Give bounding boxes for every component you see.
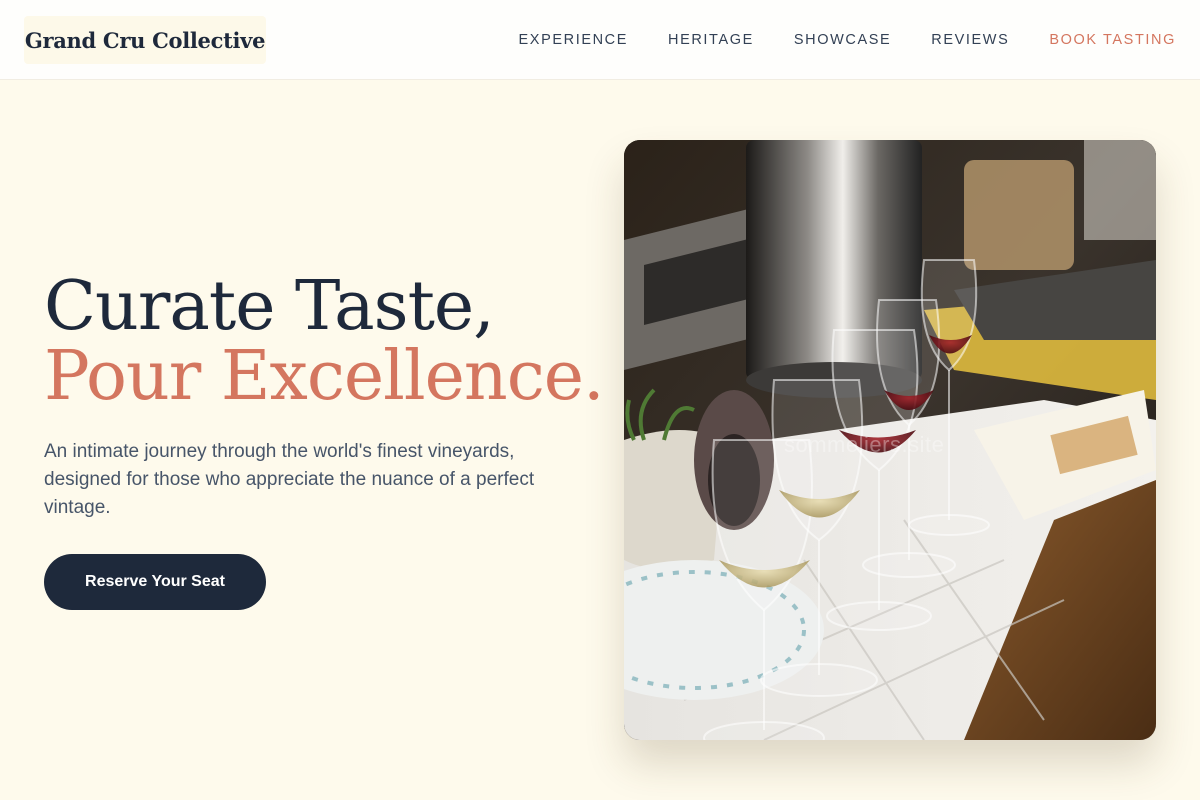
nav-item-reviews[interactable]: REVIEWS [931, 32, 1009, 48]
logo-link[interactable]: Grand Cru Collective [24, 16, 266, 64]
nav-item-book-tasting[interactable]: BOOK TASTING [1049, 32, 1176, 48]
nav-item-heritage[interactable]: HERITAGE [668, 32, 754, 48]
hero-title-line1: Curate Taste, [44, 267, 495, 346]
hero-title: Curate Taste, Pour Excellence. [44, 267, 605, 416]
hero-title-line2: Pour Excellence. [44, 337, 605, 416]
image-watermark: sommeliers.site [784, 432, 945, 457]
main-nav: EXPERIENCE HERITAGE SHOWCASE REVIEWS BOO… [519, 0, 1176, 80]
nav-item-experience[interactable]: EXPERIENCE [519, 32, 628, 48]
site-header: Grand Cru Collective EXPERIENCE HERITAGE… [0, 0, 1200, 80]
reserve-seat-button[interactable]: Reserve Your Seat [44, 554, 266, 610]
hero-image: sommeliers.site [624, 140, 1156, 740]
hero-subtitle: An intimate journey through the world's … [44, 441, 535, 518]
nav-item-showcase[interactable]: SHOWCASE [794, 32, 891, 48]
